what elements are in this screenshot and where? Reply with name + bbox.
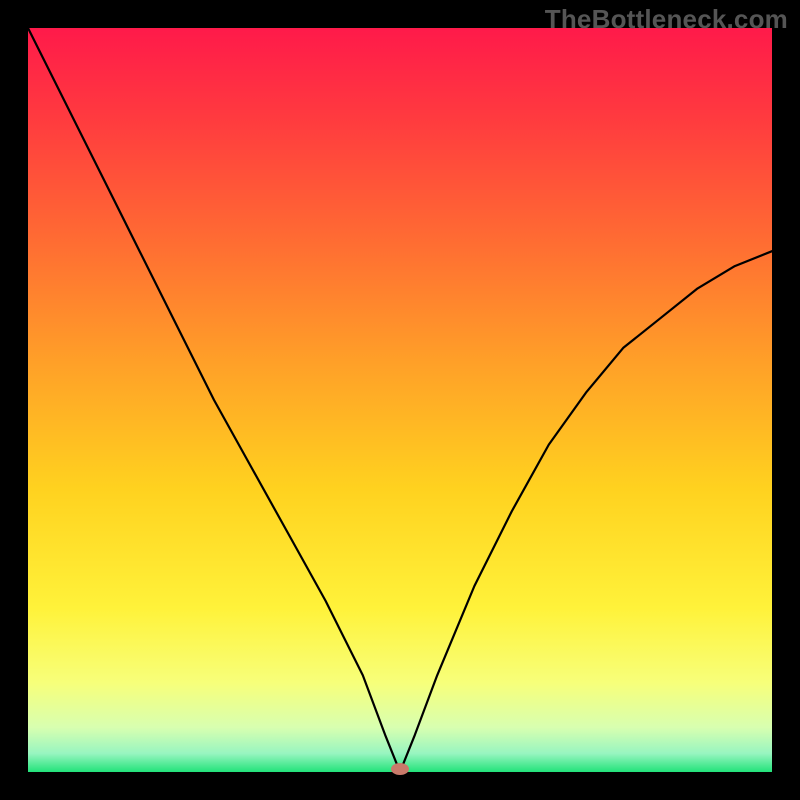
minimum-marker [391, 763, 409, 775]
watermark-text: TheBottleneck.com [545, 4, 788, 35]
plot-area [28, 28, 772, 772]
bottleneck-chart: TheBottleneck.com [0, 0, 800, 800]
chart-svg [0, 0, 800, 800]
